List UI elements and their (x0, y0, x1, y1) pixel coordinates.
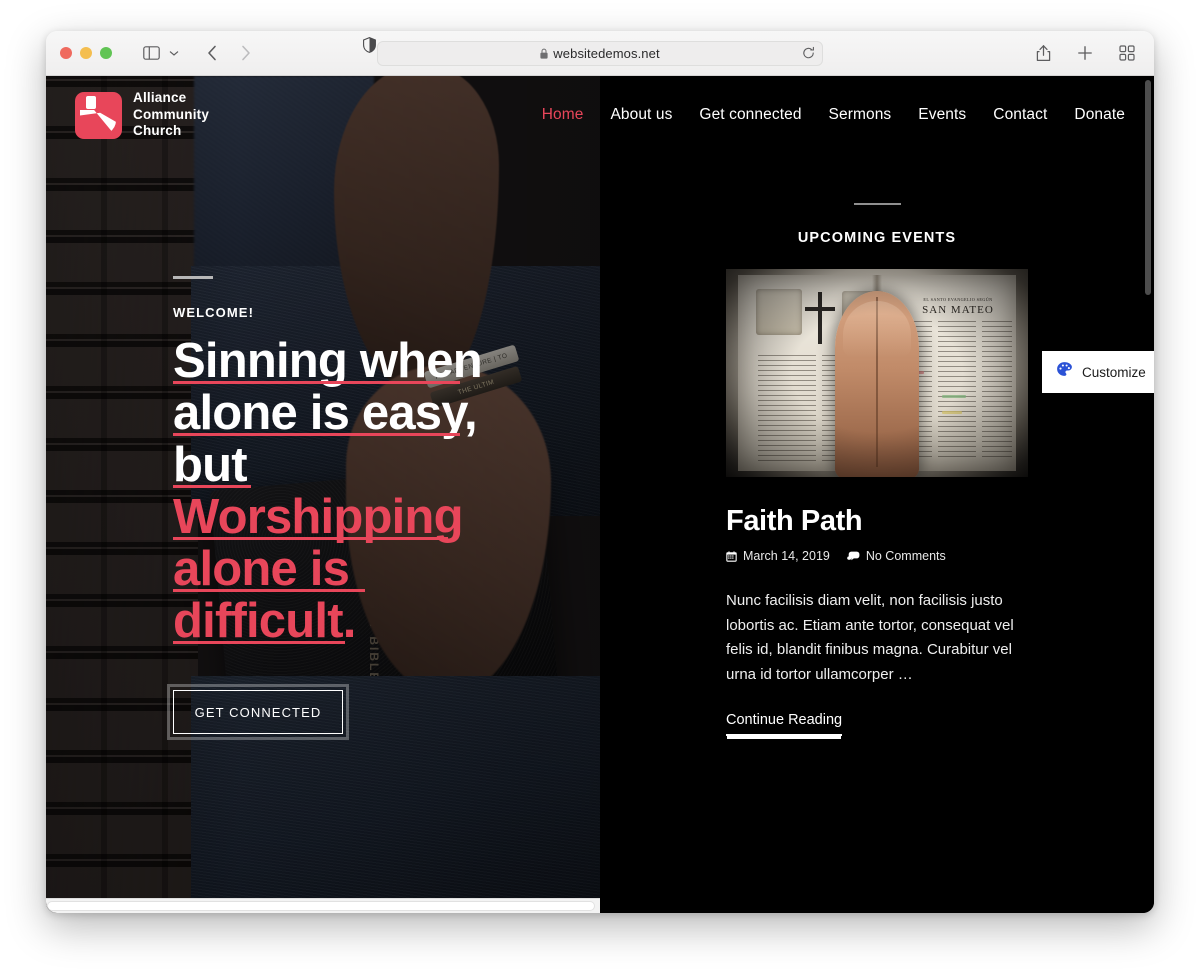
hero-title-line-4: Worshipping (173, 490, 464, 544)
nav-item-home[interactable]: Home (542, 106, 584, 124)
hero-divider-rule (173, 276, 213, 279)
alliance-church-logo-icon (75, 91, 122, 139)
browser-toolbar: websitedemos.net (46, 31, 1154, 76)
customize-label: Customize (1082, 364, 1146, 380)
event-post-meta: March 14, 2019 No Comments (726, 549, 1028, 563)
hero-content: WELCOME! Sinning when alone is easy, but… (167, 276, 573, 740)
comment-icon (847, 551, 860, 562)
page-viewport: HOLY BIBLE ATE ADVENTURE | TO THE ULTIM … (46, 76, 1154, 913)
nav-item-about-us[interactable]: About us (610, 106, 672, 124)
nav-item-donate[interactable]: Donate (1074, 106, 1125, 124)
hero-title-line-3: but (173, 440, 573, 492)
event-post-excerpt: Nunc facilisis diam velit, non facilisis… (726, 592, 1014, 683)
sidebar-icon[interactable] (138, 41, 164, 65)
lock-icon (540, 48, 548, 59)
event-post-body: Faith Path March 14, 2019 No Comments Nu… (726, 505, 1028, 736)
browser-window: websitedemos.net Alliance Community Chur… (46, 31, 1154, 913)
zoom-window-button[interactable] (100, 47, 112, 59)
nav-item-contact[interactable]: Contact (993, 106, 1047, 124)
upcoming-events-section: UPCOMING EVENTS EL SANTO EVANGELIO SEGÚN… (600, 76, 1154, 913)
nav-item-events[interactable]: Events (918, 106, 966, 124)
event-post-title[interactable]: Faith Path (726, 505, 1028, 538)
event-date-text: March 14, 2019 (743, 549, 830, 563)
nav-item-get-connected[interactable]: Get connected (699, 106, 801, 124)
nav-item-sermons[interactable]: Sermons (829, 106, 892, 124)
forward-chevron-icon (233, 41, 259, 65)
section-title: UPCOMING EVENTS (797, 230, 957, 246)
site-brand-name: Alliance Community Church (133, 90, 209, 139)
hero-eyebrow: WELCOME! (173, 305, 255, 320)
calendar-icon (726, 550, 737, 562)
plus-icon[interactable] (1072, 41, 1098, 65)
share-icon[interactable] (1030, 41, 1056, 65)
main-navigation: Home About us Get connected Sermons Even… (542, 106, 1125, 124)
site-header: Alliance Community Church Home About us … (46, 76, 1154, 154)
address-content: websitedemos.net (540, 45, 660, 61)
address-input[interactable]: websitedemos.net (377, 40, 823, 66)
events-inner: UPCOMING EVENTS EL SANTO EVANGELIO SEGÚN… (600, 203, 1154, 736)
horizontal-scrollbar[interactable] (46, 898, 600, 913)
hero-title-line-1: Sinning when (173, 334, 483, 388)
address-url-text: websitedemos.net (553, 45, 660, 61)
customize-tab[interactable]: Customize (1042, 351, 1154, 393)
palette-icon (1056, 361, 1073, 383)
hero-title-line-5: alone is (173, 544, 573, 596)
hero-title-line-6: difficult. (173, 594, 356, 648)
brand-line-3: Church (133, 123, 182, 139)
vertical-scrollbar-thumb[interactable] (1145, 80, 1151, 295)
brand-line-1: Alliance (133, 90, 187, 106)
get-connected-button[interactable]: GET CONNECTED (167, 684, 349, 740)
reload-icon[interactable] (802, 46, 815, 60)
site-brand[interactable]: Alliance Community Church (75, 90, 209, 139)
back-chevron-icon[interactable] (199, 41, 225, 65)
event-comments: No Comments (847, 549, 946, 563)
section-divider-rule (853, 203, 901, 205)
event-comments-text: No Comments (865, 549, 946, 563)
event-date: March 14, 2019 (726, 549, 830, 563)
horizontal-scrollbar-thumb[interactable] (48, 902, 594, 910)
window-traffic-lights (60, 47, 112, 59)
chevron-down-icon[interactable] (165, 41, 183, 65)
thumb-vignette (726, 269, 1028, 477)
close-window-button[interactable] (60, 47, 72, 59)
hero-title: Sinning when alone is easy, but Worshipp… (173, 336, 573, 648)
hero-title-line-2: alone is easy, (173, 386, 478, 440)
tab-overview-icon[interactable] (1114, 41, 1140, 65)
minimize-window-button[interactable] (80, 47, 92, 59)
toolbar-actions (1030, 41, 1140, 65)
brand-line-2: Community (133, 106, 210, 122)
continue-reading-link[interactable]: Continue Reading (726, 712, 843, 736)
event-thumbnail-image[interactable]: EL SANTO EVANGELIO SEGÚN SAN MATEO (726, 269, 1028, 477)
